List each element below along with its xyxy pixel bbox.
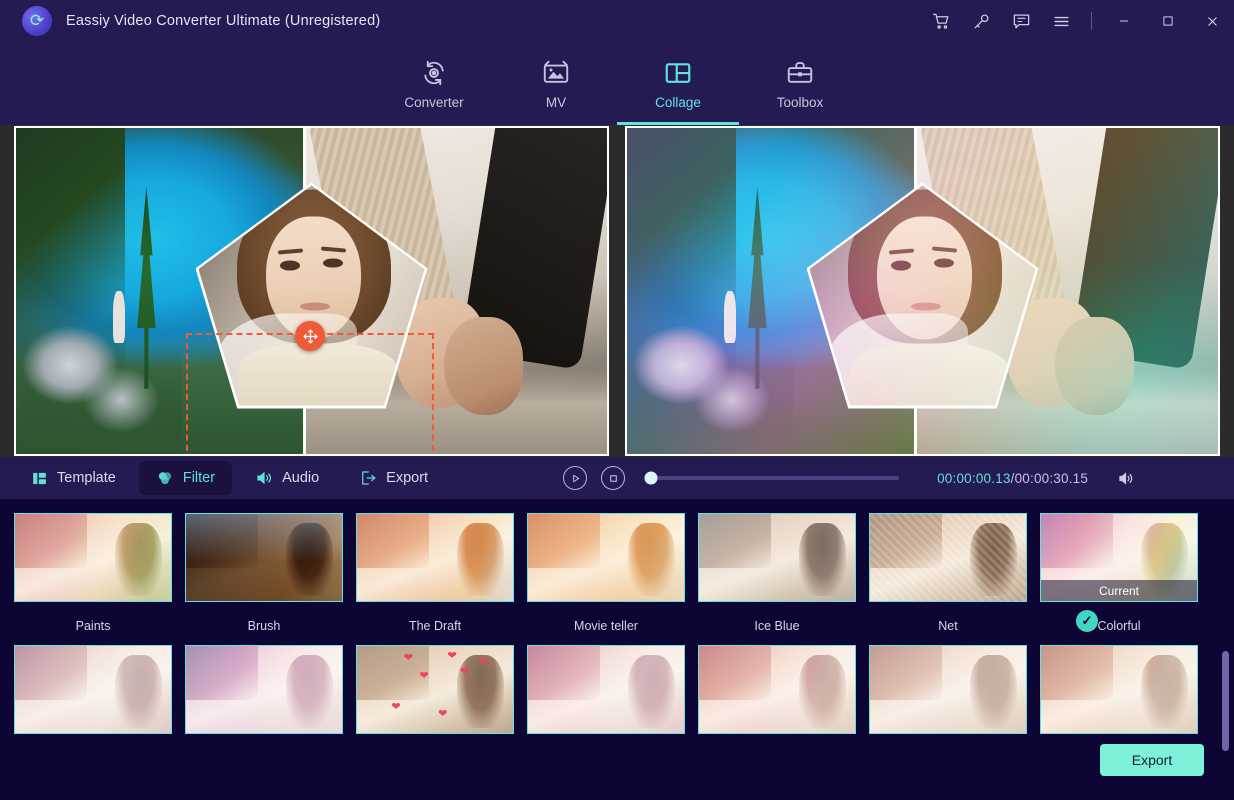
filter-item[interactable]: ❤❤ ❤❤ ❤❤ ❤ xyxy=(356,645,514,734)
filter-label: Brush xyxy=(248,619,281,633)
filter-thumbnail[interactable] xyxy=(14,645,172,734)
filter-label: Ice Blue xyxy=(754,619,799,633)
filter-item-selected[interactable]: Current ✓ Colorful xyxy=(1040,513,1198,632)
mv-icon xyxy=(541,58,571,88)
resize-handle-e[interactable] xyxy=(429,455,436,457)
filter-item[interactable]: Ice Blue xyxy=(698,513,856,632)
main-nav: Converter MV Collage xyxy=(0,42,1234,125)
tab-label: Template xyxy=(57,470,116,486)
current-time: 00:00:00.13 xyxy=(937,471,1011,486)
filter-label: Net xyxy=(938,619,957,633)
filter-thumbnail[interactable] xyxy=(527,513,685,602)
export-button[interactable]: Export xyxy=(1100,744,1204,776)
filter-item[interactable] xyxy=(698,645,856,734)
filter-label: Paints xyxy=(76,619,111,633)
export-icon xyxy=(359,469,377,487)
filter-thumbnail[interactable]: ❤❤ ❤❤ ❤❤ ❤ xyxy=(356,645,514,734)
tab-label: Audio xyxy=(282,470,319,486)
stop-icon[interactable] xyxy=(601,466,625,490)
close-button[interactable] xyxy=(1190,0,1234,42)
footer-bar: Export xyxy=(0,736,1234,800)
filter-label: The Draft xyxy=(409,619,461,633)
filter-item[interactable]: The Draft xyxy=(356,513,514,632)
tab-template[interactable]: Template xyxy=(14,461,133,495)
move-icon[interactable] xyxy=(295,321,325,351)
player-controls: 00:00:00.13/00:00:30.15 xyxy=(563,466,1135,490)
app-window: ⟳ Eassiy Video Converter Ultimate (Unreg… xyxy=(0,0,1234,800)
timeline-knob[interactable] xyxy=(644,472,657,485)
filter-thumbnail[interactable] xyxy=(356,513,514,602)
app-title: Eassiy Video Converter Ultimate (Unregis… xyxy=(66,13,380,29)
tab-label: Filter xyxy=(183,470,215,486)
filter-item[interactable]: Net xyxy=(869,513,1027,632)
audio-icon xyxy=(255,469,273,487)
filter-label: Colorful xyxy=(1097,619,1140,633)
selection-box[interactable] xyxy=(186,333,434,456)
filter-item[interactable] xyxy=(527,645,685,734)
hearts-overlay: ❤❤ ❤❤ ❤❤ ❤ xyxy=(357,646,513,733)
filter-item[interactable]: Brush xyxy=(185,513,343,632)
filter-item[interactable] xyxy=(14,645,172,734)
filter-thumbnail[interactable] xyxy=(698,513,856,602)
current-badge: Current xyxy=(1041,580,1197,601)
filter-item[interactable] xyxy=(1040,645,1198,734)
preview-area: − + ▼ xyxy=(0,125,1234,457)
filter-label: Movie teller xyxy=(574,619,638,633)
play-icon[interactable] xyxy=(563,466,587,490)
nav-tab-label: Collage xyxy=(655,95,701,110)
filter-thumbnail[interactable] xyxy=(185,513,343,602)
total-time: 00:00:30.15 xyxy=(1015,471,1089,486)
timecode: 00:00:00.13/00:00:30.15 xyxy=(937,471,1088,486)
nav-tab-collage[interactable]: Collage xyxy=(617,42,739,125)
filter-thumbnail[interactable]: Current xyxy=(1040,513,1198,602)
tab-export[interactable]: Export xyxy=(342,461,445,495)
minimize-button[interactable] xyxy=(1102,0,1146,42)
filter-thumbnail[interactable] xyxy=(14,513,172,602)
nav-tab-mv[interactable]: MV xyxy=(495,42,617,125)
editor-tab-bar: Template Filter Audio Export xyxy=(0,457,1234,499)
filter-item[interactable] xyxy=(185,645,343,734)
toolbox-icon xyxy=(785,58,815,88)
nav-tab-label: Converter xyxy=(404,95,463,110)
nav-tab-converter[interactable]: Converter xyxy=(373,42,495,125)
tab-label: Export xyxy=(386,470,428,486)
nav-tab-label: MV xyxy=(546,95,566,110)
maximize-button[interactable] xyxy=(1146,0,1190,42)
app-logo: ⟳ xyxy=(22,6,52,36)
filter-grid: Paints Brush The Draft xyxy=(0,499,1234,734)
filter-thumbnail[interactable] xyxy=(869,513,1027,602)
preview-filtered[interactable] xyxy=(625,126,1220,456)
converter-icon xyxy=(419,58,449,88)
collage-icon xyxy=(663,58,693,88)
filter-thumbnail[interactable] xyxy=(698,645,856,734)
playback-timeline[interactable] xyxy=(647,476,899,480)
filter-thumbnail[interactable] xyxy=(527,645,685,734)
nav-tab-label: Toolbox xyxy=(777,95,824,110)
tab-audio[interactable]: Audio xyxy=(238,461,336,495)
preview-original[interactable]: − + ▼ xyxy=(14,126,609,456)
eassiy-logo-icon: ⟳ xyxy=(30,12,44,29)
filter-thumbnail[interactable] xyxy=(185,645,343,734)
cart-icon[interactable] xyxy=(921,0,961,42)
filter-icon xyxy=(156,469,174,487)
filter-thumbnail[interactable] xyxy=(869,645,1027,734)
volume-icon[interactable] xyxy=(1116,469,1135,488)
filter-item[interactable]: Paints xyxy=(14,513,172,632)
title-bar-actions xyxy=(921,0,1234,42)
feedback-icon[interactable] xyxy=(1001,0,1041,42)
nav-tab-toolbox[interactable]: Toolbox xyxy=(739,42,861,125)
check-icon: ✓ xyxy=(1076,610,1098,632)
resize-handle-w[interactable] xyxy=(184,455,191,457)
filter-item[interactable]: Movie teller xyxy=(527,513,685,632)
tab-filter[interactable]: Filter xyxy=(139,461,232,495)
divider xyxy=(1091,12,1092,30)
template-icon xyxy=(31,470,48,487)
filter-item[interactable] xyxy=(869,645,1027,734)
menu-icon[interactable] xyxy=(1041,0,1081,42)
title-bar: ⟳ Eassiy Video Converter Ultimate (Unreg… xyxy=(0,0,1234,42)
filter-thumbnail[interactable] xyxy=(1040,645,1198,734)
key-icon[interactable] xyxy=(961,0,1001,42)
